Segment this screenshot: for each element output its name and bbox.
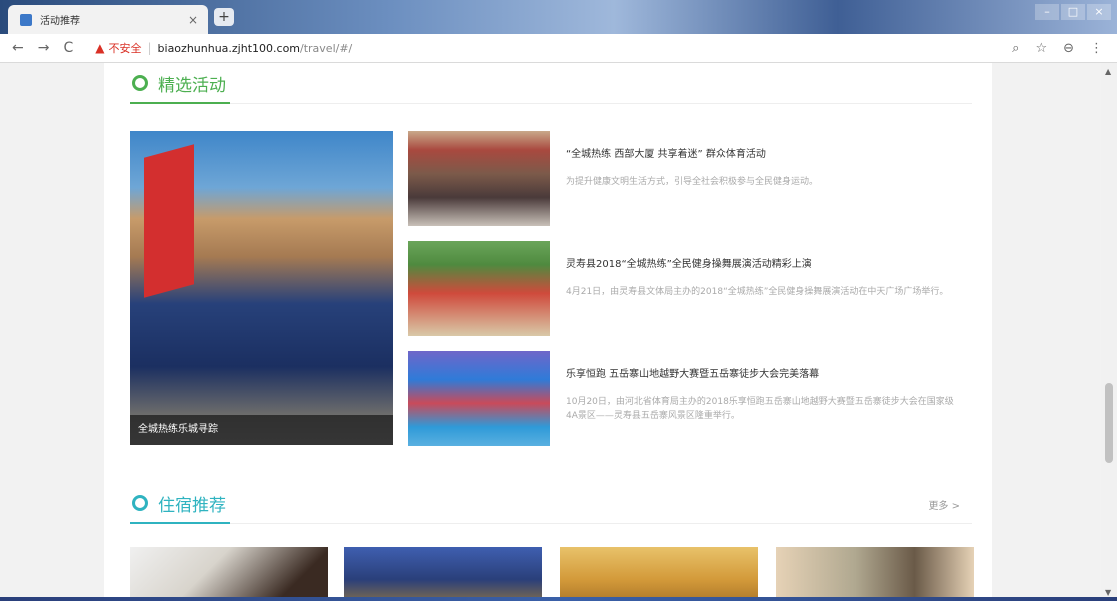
- site-favicon-icon: [20, 13, 32, 26]
- lodging-image[interactable]: [776, 547, 974, 601]
- ring-icon: [132, 75, 148, 91]
- toolbar-icons: ⌕ ☆ ⊖ ⋮: [1012, 41, 1103, 56]
- title-underline: [130, 102, 230, 104]
- browser-tab[interactable]: 活动推荐 ×: [8, 5, 208, 34]
- minimize-button[interactable]: –: [1035, 4, 1059, 20]
- page-content: 精选活动 全城热练乐城寻踪 “全城热练 西部大厦 共享着迷” 群众体育活动 为提…: [104, 63, 992, 601]
- reload-button[interactable]: C: [63, 40, 73, 56]
- activity-thumbnail[interactable]: [408, 351, 550, 446]
- account-icon[interactable]: ⊖: [1063, 41, 1074, 56]
- lodging-title: 住宿推荐: [158, 496, 226, 516]
- activity-desc: 4月21日，由灵寿县文体局主办的2018“全城热练”全民健身操舞展演活动在中天广…: [566, 287, 949, 297]
- omnibar: ← → C ▲ 不安全 | biaozhunhua.zjht100.com /t…: [0, 34, 1117, 63]
- activity-desc: 为提升健康文明生活方式，引导全社会积极参与全民健身运动。: [566, 177, 819, 187]
- warning-triangle-icon: ▲: [95, 41, 105, 55]
- scrollbar[interactable]: ▲ ▼: [1101, 63, 1117, 601]
- url-path: /travel/#/: [300, 41, 353, 55]
- window-controls: – □ ×: [1035, 4, 1111, 20]
- lodging-header: 住宿推荐 更多 >: [130, 483, 972, 524]
- tab-title: 活动推荐: [40, 16, 80, 27]
- activity-item[interactable]: 乐享恒跑 五岳寨山地越野大赛暨五岳寨徒步大会完美落幕 10月20日，由河北省体育…: [408, 351, 968, 446]
- activity-item[interactable]: 灵寿县2018“全城热练”全民健身操舞展演活动精彩上演 4月21日，由灵寿县文体…: [408, 241, 968, 336]
- page-viewport: 精选活动 全城热练乐城寻踪 “全城热练 西部大厦 共享着迷” 群众体育活动 为提…: [0, 63, 1117, 601]
- activities-title: 精选活动: [158, 76, 226, 96]
- activity-item[interactable]: “全城热练 西部大厦 共享着迷” 群众体育活动 为提升健康文明生活方式，引导全社…: [408, 131, 968, 226]
- forward-button[interactable]: →: [38, 40, 50, 56]
- activity-thumbnail[interactable]: [408, 241, 550, 336]
- taskbar-strip: [0, 597, 1117, 601]
- activity-thumbnail[interactable]: [408, 131, 550, 226]
- url-host: biaozhunhua.zjht100.com: [157, 41, 301, 55]
- maximize-button[interactable]: □: [1061, 4, 1085, 20]
- lodging-image[interactable]: [560, 547, 758, 601]
- activity-desc: 10月20日，由河北省体育局主办的2018乐享恒跑五岳寨山地越野大赛暨五岳寨徒步…: [566, 397, 954, 421]
- not-secure-label: 不安全: [108, 42, 142, 55]
- star-icon[interactable]: ☆: [1035, 41, 1047, 56]
- new-tab-button[interactable]: +: [214, 8, 234, 26]
- activity-title[interactable]: 灵寿县2018“全城热练”全民健身操舞展演活动精彩上演: [566, 255, 966, 270]
- more-link[interactable]: 更多 >: [928, 497, 960, 512]
- close-tab-icon[interactable]: ×: [188, 13, 198, 27]
- featured-caption: 全城热练乐城寻踪: [130, 415, 393, 445]
- close-window-button[interactable]: ×: [1087, 4, 1111, 20]
- activity-title[interactable]: 乐享恒跑 五岳寨山地越野大赛暨五岳寨徒步大会完美落幕: [566, 365, 966, 380]
- scroll-up-icon[interactable]: ▲: [1105, 67, 1111, 76]
- address-bar[interactable]: ▲ 不安全 | biaozhunhua.zjht100.com /travel/…: [95, 40, 1012, 56]
- url-separator: |: [147, 41, 152, 55]
- activity-title[interactable]: “全城热练 西部大厦 共享着迷” 群众体育活动: [566, 145, 966, 160]
- flag-graphic: [144, 144, 194, 298]
- lodging-image[interactable]: [130, 547, 328, 601]
- nav-buttons: ← → C: [12, 40, 73, 56]
- menu-icon[interactable]: ⋮: [1090, 41, 1103, 56]
- activities-header: 精选活动: [130, 63, 972, 104]
- featured-activity-image[interactable]: 全城热练乐城寻踪: [130, 131, 393, 445]
- title-underline: [130, 522, 230, 524]
- scroll-down-icon[interactable]: ▼: [1105, 588, 1111, 597]
- browser-tab-strip: 活动推荐 × + – □ ×: [0, 0, 1117, 34]
- scroll-thumb[interactable]: [1105, 383, 1113, 463]
- zoom-icon[interactable]: ⌕: [1012, 41, 1019, 56]
- lodging-image[interactable]: [344, 547, 542, 601]
- ring-icon: [132, 495, 148, 511]
- back-button[interactable]: ←: [12, 40, 24, 56]
